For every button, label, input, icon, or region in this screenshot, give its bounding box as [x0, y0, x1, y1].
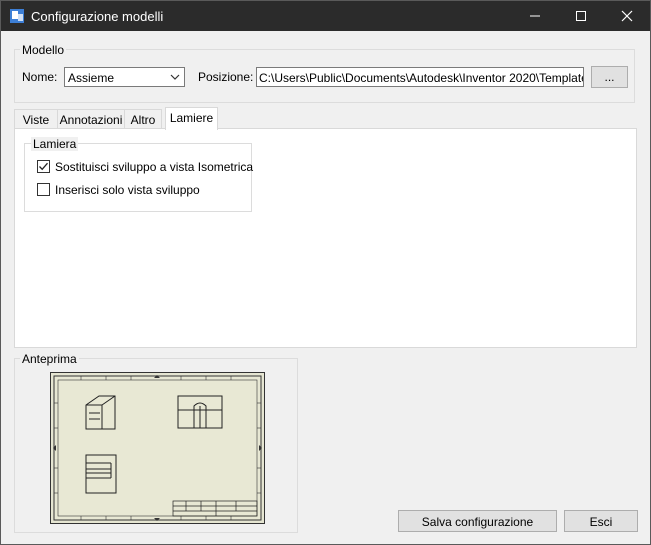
browse-button[interactable]: ... — [591, 66, 628, 88]
tab-lamiere[interactable]: Lamiere — [165, 107, 218, 130]
nome-value: Assieme — [68, 71, 115, 85]
drawing-preview-image — [53, 375, 262, 521]
save-configuration-button[interactable]: Salva configurazione — [398, 510, 557, 532]
modello-group-label: Modello — [20, 43, 67, 57]
dialog-window: Configurazione modelli Modello Nome: Ass… — [0, 0, 651, 545]
close-icon — [621, 10, 633, 22]
title-bar: Configurazione modelli — [1, 1, 650, 31]
inserisci-label[interactable]: Inserisci solo vista sviluppo — [55, 183, 200, 197]
minimize-button[interactable] — [512, 1, 558, 31]
posizione-field[interactable]: C:\Users\Public\Documents\Autodesk\Inven… — [256, 67, 584, 87]
inserisci-checkbox[interactable] — [37, 183, 50, 196]
anteprima-group-label: Anteprima — [20, 352, 79, 366]
sostituisci-checkbox[interactable] — [37, 160, 50, 173]
close-button[interactable] — [604, 1, 650, 31]
minimize-icon — [530, 15, 540, 17]
chevron-down-icon — [170, 74, 180, 80]
nome-select[interactable]: Assieme — [64, 67, 185, 87]
sostituisci-label[interactable]: Sostituisci sviluppo a vista Isometrica — [55, 160, 253, 174]
checkmark-icon — [39, 162, 48, 171]
lamiera-group — [24, 143, 252, 212]
posizione-value: C:\Users\Public\Documents\Autodesk\Inven… — [259, 71, 584, 85]
posizione-label: Posizione: — [198, 70, 254, 84]
nome-label: Nome: — [22, 70, 58, 84]
drawing-preview — [50, 372, 265, 524]
lamiera-group-label: Lamiera — [31, 137, 79, 151]
tab-panel-lamiere: Lamiera Sostituisci sviluppo a vista Iso… — [14, 128, 637, 348]
tab-viste[interactable]: Viste — [14, 109, 58, 129]
tab-altro[interactable]: Altro — [124, 109, 162, 129]
exit-button[interactable]: Esci — [564, 510, 638, 532]
maximize-button[interactable] — [558, 1, 604, 31]
window-title: Configurazione modelli — [31, 9, 164, 24]
maximize-icon — [576, 11, 586, 21]
tab-annotazioni[interactable]: Annotazioni — [57, 109, 125, 129]
inventor-app-icon — [10, 9, 24, 23]
